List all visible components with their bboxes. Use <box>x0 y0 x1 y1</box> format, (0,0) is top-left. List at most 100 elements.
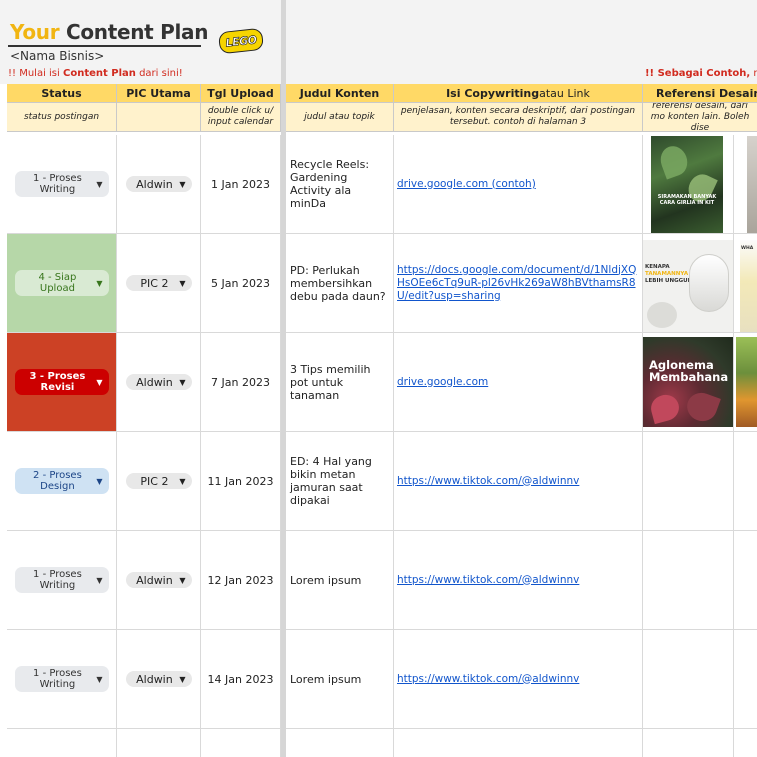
title-your: Your <box>10 20 60 44</box>
status-cell[interactable]: 3 - Proses Revisi ▼ <box>7 333 117 432</box>
link-cell[interactable] <box>394 729 643 757</box>
status-dropdown[interactable]: 1 - Proses Writing ▼ <box>14 567 109 593</box>
frozen-column-divider[interactable] <box>281 0 286 757</box>
dropdown-caret-icon: ▼ <box>179 476 186 486</box>
date-cell[interactable]: 1 Jan 2023 <box>201 135 281 234</box>
reference-cell[interactable]: KENAPA TANAMANNYA ? LEBIH UNGGUL? <box>643 234 734 333</box>
reference-image-aglonema[interactable]: Aglonema Membahana <box>643 337 733 427</box>
reference-image-watering[interactable]: KENAPA TANAMANNYA ? LEBIH UNGGUL? <box>643 240 733 332</box>
title-cell[interactable]: ED: 4 Hal yang bikin metan jamuran saat … <box>286 432 394 531</box>
date-cell[interactable]: 5 Jan 2023 <box>201 234 281 333</box>
date-cell[interactable]: 7 Jan 2023 <box>201 333 281 432</box>
reference-cell[interactable] <box>734 630 757 729</box>
reference-image-partial[interactable] <box>747 136 757 233</box>
reference-cell[interactable]: SIRAMAKAN BANYAK CARA GIRLIA IN KIT <box>643 135 734 234</box>
reference-cell[interactable] <box>734 432 757 531</box>
status-dropdown[interactable]: 4 - Siap Upload ▼ <box>14 270 109 296</box>
status-label: 4 - Siap Upload <box>38 272 77 294</box>
copywriting-link[interactable]: drive.google.com <box>397 376 488 389</box>
date-cell[interactable] <box>201 729 281 757</box>
reference-cell[interactable] <box>643 729 734 757</box>
date-cell[interactable]: 12 Jan 2023 <box>201 531 281 630</box>
link-cell[interactable]: https://docs.google.com/document/d/1Nldj… <box>394 234 643 333</box>
link-cell[interactable]: drive.google.com (contoh) <box>394 135 643 234</box>
thumb-caption: Aglonema Membahana <box>649 358 729 384</box>
column-header-status[interactable]: Status <box>7 84 117 103</box>
reference-cell[interactable]: Aglonema Membahana <box>643 333 734 432</box>
pic-dropdown[interactable]: Aldwin ▼ <box>125 374 192 390</box>
business-name-cell[interactable]: <Nama Bisnis> <box>10 49 104 63</box>
column-header-isi[interactable]: Isi Copywriting atau Link <box>394 84 643 103</box>
copywriting-link[interactable]: https://www.tiktok.com/@aldwinnv <box>397 475 579 488</box>
subheader-isi[interactable]: penjelasan, konten secara deskriptif, da… <box>394 103 643 132</box>
pic-label: Aldwin <box>136 177 173 191</box>
column-header-pic[interactable]: PIC Utama <box>117 84 201 103</box>
status-dropdown[interactable]: 1 - Proses Writing ▼ <box>14 171 109 197</box>
pic-cell[interactable] <box>117 729 201 757</box>
pic-cell[interactable]: Aldwin ▼ <box>117 333 201 432</box>
leaf-shape <box>648 391 682 425</box>
column-header-tgl[interactable]: Tgl Upload <box>201 84 281 103</box>
reference-cell[interactable] <box>643 630 734 729</box>
pic-cell[interactable]: Aldwin ▼ <box>117 630 201 729</box>
title-cell[interactable] <box>286 729 394 757</box>
date-cell[interactable]: 11 Jan 2023 <box>201 432 281 531</box>
copywriting-link[interactable]: drive.google.com (contoh) <box>397 178 536 191</box>
title-cell[interactable]: 3 Tips memilih pot untuk tanaman <box>286 333 394 432</box>
title-cell[interactable]: Recycle Reels: Gardening Activity ala mi… <box>286 135 394 234</box>
pic-dropdown[interactable]: Aldwin ▼ <box>125 671 192 687</box>
sheet-header: Your Content Plan <Nama Bisnis> LEGO !! … <box>0 0 757 84</box>
subheader-pic[interactable] <box>117 103 201 132</box>
subheader-tgl[interactable]: double click u/ input calendar <box>201 103 281 132</box>
column-header-judul[interactable]: Judul Konten <box>286 84 394 103</box>
date-cell[interactable]: 14 Jan 2023 <box>201 630 281 729</box>
link-cell[interactable]: https://www.tiktok.com/@aldwinnv <box>394 630 643 729</box>
title-cell[interactable]: PD: Perlukah membersihkan debu pada daun… <box>286 234 394 333</box>
reference-cell[interactable] <box>734 135 757 234</box>
copywriting-link[interactable]: https://www.tiktok.com/@aldwinnv <box>397 574 579 587</box>
link-cell[interactable]: https://www.tiktok.com/@aldwinnv <box>394 531 643 630</box>
link-cell[interactable]: drive.google.com <box>394 333 643 432</box>
subheader-judul[interactable]: judul atau topik <box>286 103 394 132</box>
status-dropdown[interactable]: 3 - Proses Revisi ▼ <box>14 369 109 395</box>
pic-dropdown[interactable]: Aldwin ▼ <box>125 176 192 192</box>
status-cell[interactable]: 1 - Proses Writing ▼ <box>7 630 117 729</box>
status-cell[interactable] <box>7 729 117 757</box>
reference-image-partial[interactable]: WHA <box>740 240 757 332</box>
status-cell[interactable]: 2 - Proses Design ▼ <box>7 432 117 531</box>
status-dropdown[interactable]: 2 - Proses Design ▼ <box>14 468 109 494</box>
reference-image-plant[interactable]: SIRAMAKAN BANYAK CARA GIRLIA IN KIT <box>651 136 723 233</box>
reference-cell[interactable]: WHA <box>734 234 757 333</box>
link-cell[interactable]: https://www.tiktok.com/@aldwinnv <box>394 432 643 531</box>
title-cell[interactable]: Lorem ipsum <box>286 630 394 729</box>
pic-label: Aldwin <box>136 375 173 389</box>
pic-cell[interactable]: PIC 2 ▼ <box>117 234 201 333</box>
reference-cell[interactable] <box>643 531 734 630</box>
pic-cell[interactable]: Aldwin ▼ <box>117 135 201 234</box>
reference-cell[interactable] <box>643 432 734 531</box>
pic-cell[interactable]: Aldwin ▼ <box>117 531 201 630</box>
copywriting-link[interactable]: https://www.tiktok.com/@aldwinnv <box>397 673 579 686</box>
title-content-plan: Content Plan <box>59 20 209 44</box>
pic-cell[interactable]: PIC 2 ▼ <box>117 432 201 531</box>
subheader-status[interactable]: status postingan <box>7 103 117 132</box>
pic-dropdown[interactable]: PIC 2 ▼ <box>125 473 192 489</box>
reference-cell[interactable] <box>734 729 757 757</box>
notice-left-bold: Content Plan <box>62 68 136 79</box>
title-cell[interactable]: Lorem ipsum <box>286 531 394 630</box>
status-dropdown[interactable]: 1 - Proses Writing ▼ <box>14 666 109 692</box>
pic-dropdown[interactable]: Aldwin ▼ <box>125 572 192 588</box>
copywriting-link[interactable]: https://docs.google.com/document/d/1Nldj… <box>397 264 639 303</box>
status-cell[interactable]: 1 - Proses Writing ▼ <box>7 135 117 234</box>
status-cell[interactable]: 1 - Proses Writing ▼ <box>7 531 117 630</box>
dropdown-caret-icon: ▼ <box>179 278 186 288</box>
reference-image-partial[interactable] <box>736 337 757 427</box>
column-header-ref[interactable]: Referensi Desain (In <box>643 84 757 103</box>
reference-cell[interactable] <box>734 333 757 432</box>
lego-logo: LEGO <box>217 27 265 55</box>
thumb-caption-line: KENAPA <box>645 264 670 270</box>
reference-cell[interactable] <box>734 531 757 630</box>
status-cell[interactable]: 4 - Siap Upload ▼ <box>7 234 117 333</box>
pic-dropdown[interactable]: PIC 2 ▼ <box>125 275 192 291</box>
subheader-ref[interactable]: referensi desain, dari mo konten lain. B… <box>643 103 757 132</box>
